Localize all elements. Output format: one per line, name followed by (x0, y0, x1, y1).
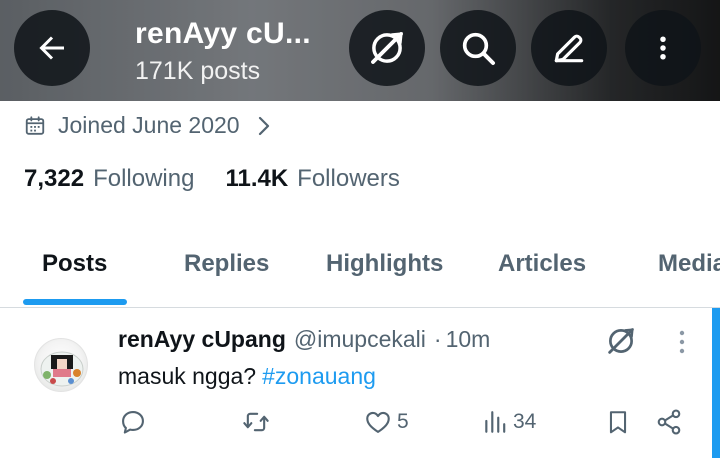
edit-button[interactable] (531, 10, 607, 86)
post-hashtag[interactable]: #zonauang (262, 363, 376, 389)
post-handle[interactable]: @imupcekali (294, 326, 426, 353)
bookmark-icon (609, 411, 627, 434)
post-item[interactable]: renAyy cUpang @imupcekali · 10m masuk ng… (0, 308, 720, 458)
search-icon (462, 32, 495, 65)
back-arrow-icon (39, 36, 64, 60)
share-button[interactable] (655, 408, 683, 436)
header-posts-count: 171K posts (135, 57, 261, 85)
more-vertical-icon (660, 36, 666, 60)
profile-header: renAyy cU... 171K posts (0, 0, 720, 101)
tab-media[interactable]: Media (658, 250, 720, 278)
scroll-indicator (712, 308, 720, 458)
repost-button[interactable] (241, 408, 271, 436)
joined-date-row[interactable]: Joined June 2020 (24, 112, 272, 139)
tab-replies[interactable]: Replies (184, 250, 269, 278)
views-icon (485, 411, 506, 433)
post-display-name[interactable]: renAyy cUpang (118, 326, 286, 353)
post-header: renAyy cUpang @imupcekali · 10m (118, 326, 490, 353)
joined-date-text: Joined June 2020 (58, 112, 240, 138)
views-count: 34 (513, 410, 537, 433)
following-link[interactable]: 7,322 Following (24, 165, 194, 193)
chevron-right-icon (258, 116, 269, 135)
bookmark-button[interactable] (605, 408, 631, 436)
reply-button[interactable] (119, 408, 147, 436)
edit-icon (554, 34, 584, 63)
back-button[interactable] (14, 10, 90, 86)
share-icon (657, 409, 681, 435)
search-button[interactable] (440, 10, 516, 86)
follow-stats: 7,322 Following 11.4K Followers (24, 165, 400, 193)
header-title: renAyy cU... 171K posts (135, 14, 311, 88)
views-button[interactable]: 34 (482, 408, 536, 436)
repost-icon (243, 412, 269, 432)
calendar-icon (25, 115, 45, 135)
header-display-name: renAyy cU... (135, 17, 311, 50)
tab-articles[interactable]: Articles (498, 250, 586, 278)
post-body: masuk ngga? #zonauang (118, 363, 376, 390)
like-count: 5 (397, 410, 409, 433)
grok-icon (371, 32, 403, 64)
post-timestamp[interactable]: 10m (446, 326, 491, 353)
following-label: Following (93, 165, 195, 192)
profile-tabs: Posts Replies Highlights Articles Media (0, 240, 720, 308)
followers-count: 11.4K (225, 165, 289, 192)
tab-highlights[interactable]: Highlights (326, 250, 443, 278)
grok-button[interactable] (349, 10, 425, 86)
tab-posts[interactable]: Posts (42, 250, 107, 278)
reply-icon (122, 411, 144, 434)
more-vertical-icon[interactable] (670, 328, 694, 356)
following-count: 7,322 (24, 165, 85, 192)
grok-icon[interactable] (604, 324, 638, 358)
heart-icon (366, 411, 390, 433)
avatar-image (40, 351, 84, 387)
post-separator: · (433, 326, 442, 352)
avatar[interactable] (34, 338, 88, 392)
more-options-button[interactable] (625, 10, 701, 86)
followers-link[interactable]: 11.4K Followers (225, 165, 399, 193)
like-button[interactable]: 5 (364, 408, 409, 436)
post-text: masuk ngga? (118, 363, 257, 389)
active-tab-indicator (23, 299, 127, 305)
followers-label: Followers (297, 165, 400, 192)
post-actions: 5 34 (0, 408, 720, 444)
